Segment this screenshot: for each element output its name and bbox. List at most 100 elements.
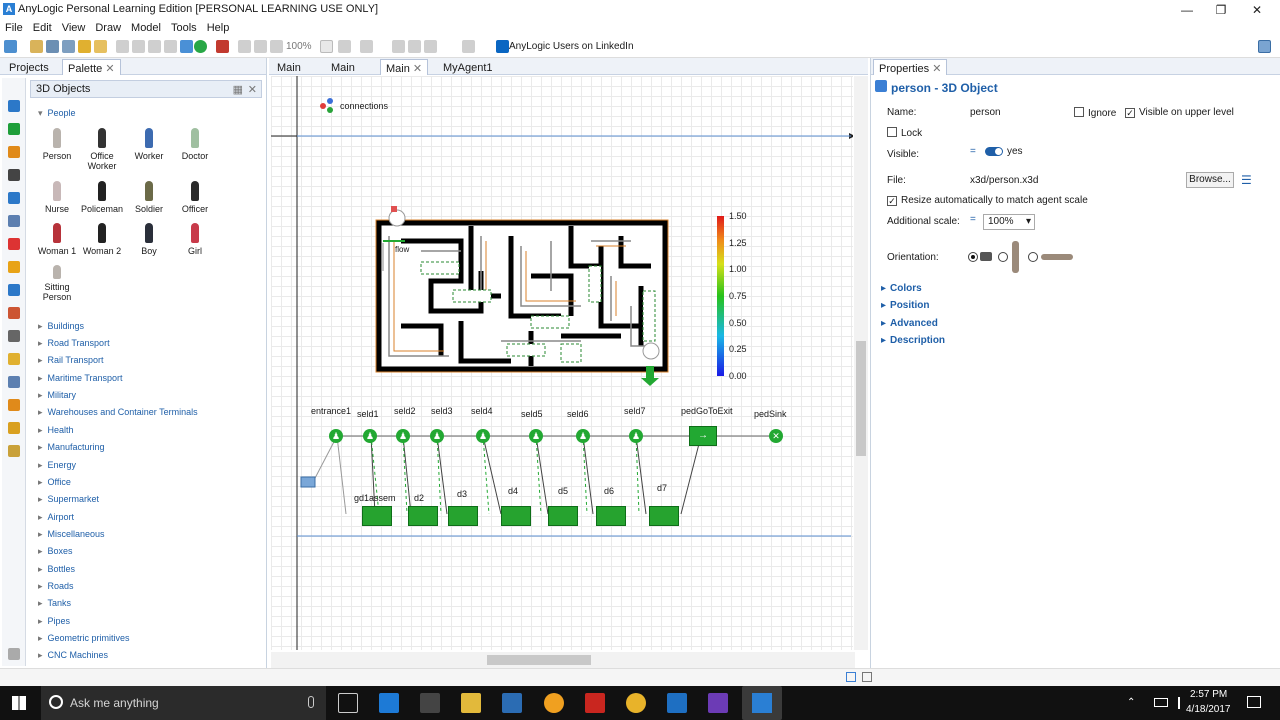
block-label-select[interactable]: seld7 bbox=[624, 406, 646, 416]
material-icon[interactable] bbox=[8, 399, 20, 411]
zoom-icon[interactable] bbox=[270, 40, 283, 53]
media-icon[interactable] bbox=[544, 693, 564, 713]
flow-label[interactable]: flow bbox=[395, 245, 409, 254]
block-label-goto[interactable]: pedGoToExit bbox=[681, 406, 733, 416]
category-miscellaneous[interactable]: ▸ Miscellaneous bbox=[38, 529, 105, 540]
category-supermarket[interactable]: ▸ Supermarket bbox=[38, 494, 99, 505]
tab-main-1[interactable]: Main bbox=[271, 59, 307, 75]
build-icon[interactable] bbox=[78, 40, 91, 53]
block-label-select[interactable]: seld3 bbox=[431, 406, 453, 416]
category-rail-transport[interactable]: ▸ Rail Transport bbox=[38, 355, 104, 366]
resize-checkbox[interactable]: ✓ Resize automatically to match agent sca… bbox=[887, 195, 1088, 206]
library-icon[interactable] bbox=[8, 422, 20, 434]
select-output-icon[interactable]: ♟ bbox=[529, 429, 543, 443]
store-icon[interactable] bbox=[420, 693, 440, 713]
tab-main-2[interactable]: Main bbox=[325, 59, 361, 75]
maze-layout[interactable] bbox=[375, 206, 669, 386]
select-output-icon[interactable]: ♟ bbox=[363, 429, 377, 443]
name-field[interactable]: person bbox=[970, 107, 1001, 118]
outlook-icon[interactable] bbox=[667, 693, 687, 713]
mic-icon[interactable] bbox=[308, 696, 314, 708]
block-label-select[interactable]: seld5 bbox=[521, 409, 543, 419]
status-icon[interactable] bbox=[846, 672, 856, 682]
category-cnc-machines[interactable]: ▸ CNC Machines bbox=[38, 650, 108, 661]
3d-icon[interactable] bbox=[8, 376, 20, 388]
palette-person[interactable]: Person bbox=[35, 128, 79, 161]
zoom-out-icon[interactable] bbox=[338, 40, 351, 53]
horizontal-scrollbar[interactable] bbox=[271, 652, 855, 668]
zoom-level[interactable]: 100% bbox=[286, 41, 312, 52]
palette-officer[interactable]: Officer bbox=[173, 181, 217, 214]
anylogic-taskbar-item[interactable] bbox=[742, 686, 782, 720]
category-office[interactable]: ▸ Office bbox=[38, 477, 71, 488]
palette-girl[interactable]: Girl bbox=[173, 223, 217, 256]
block-label-sink[interactable]: pedSink bbox=[754, 409, 787, 419]
select-output-icon[interactable]: ♟ bbox=[430, 429, 444, 443]
save-icon[interactable] bbox=[46, 40, 59, 53]
palette-soldier[interactable]: Soldier bbox=[127, 181, 171, 214]
tab-myagent1[interactable]: MyAgent1 bbox=[437, 59, 499, 75]
menu-model[interactable]: Model bbox=[126, 20, 166, 34]
connectivity-icon[interactable] bbox=[8, 330, 20, 342]
save-all-icon[interactable] bbox=[62, 40, 75, 53]
palette-doctor[interactable]: Doctor bbox=[173, 128, 217, 161]
vertical-scroll-thumb[interactable] bbox=[856, 341, 866, 456]
file-field[interactable]: x3d/person.x3d bbox=[970, 175, 1038, 186]
canvas-grid[interactable]: connections flow 1.50 1.25 1.00 0.75 0.5… bbox=[271, 76, 853, 650]
palette-office-worker[interactable]: Office Worker bbox=[80, 128, 124, 171]
visual-studio-icon[interactable] bbox=[708, 693, 728, 713]
network-icon[interactable] bbox=[1154, 698, 1168, 707]
palette-boy[interactable]: Boy bbox=[127, 223, 171, 256]
ignore-checkbox[interactable]: Ignore bbox=[1074, 107, 1116, 119]
linkedin-icon[interactable] bbox=[496, 40, 509, 53]
delete-icon[interactable] bbox=[164, 40, 177, 53]
section-colors[interactable]: ▸ Colors bbox=[881, 283, 922, 294]
section-advanced[interactable]: ▸ Advanced bbox=[881, 318, 938, 329]
tray-chevron-icon[interactable]: ⌃ bbox=[1127, 697, 1135, 708]
connect-icon[interactable] bbox=[238, 40, 251, 53]
tab-properties[interactable]: Properties ✕ bbox=[873, 59, 948, 75]
orientation-radio-2[interactable] bbox=[998, 252, 1008, 262]
category-health[interactable]: ▸ Health bbox=[38, 425, 74, 436]
zoom-dropdown-icon[interactable] bbox=[320, 40, 333, 53]
close-icon[interactable]: ✕ bbox=[1240, 0, 1274, 20]
run-icon[interactable] bbox=[194, 40, 207, 53]
category-road-transport[interactable]: ▸ Road Transport bbox=[38, 338, 110, 349]
scale-dropdown[interactable]: 100% ▾ bbox=[983, 214, 1035, 230]
block-label-select[interactable]: seld6 bbox=[567, 409, 589, 419]
menu-draw[interactable]: Draw bbox=[90, 20, 126, 34]
palette-policeman[interactable]: Policeman bbox=[80, 181, 124, 214]
copy-icon[interactable] bbox=[132, 40, 145, 53]
category-buildings[interactable]: ▸ Buildings bbox=[38, 321, 84, 332]
entrance-block-icon[interactable]: ♟ bbox=[329, 429, 343, 443]
new-icon[interactable] bbox=[4, 40, 17, 53]
category-tanks[interactable]: ▸ Tanks bbox=[38, 598, 71, 609]
tab-projects[interactable]: Projects bbox=[3, 59, 55, 75]
palette-woman-1[interactable]: Woman 1 bbox=[35, 223, 79, 256]
visible-upper-checkbox[interactable]: ✓ Visible on upper level bbox=[1125, 107, 1234, 118]
tab-palette[interactable]: Palette ✕ bbox=[62, 59, 121, 75]
goto-exit-icon[interactable]: → bbox=[689, 426, 717, 446]
linkedin-link[interactable]: AnyLogic Users on LinkedIn bbox=[509, 41, 634, 52]
paste-icon[interactable] bbox=[148, 40, 161, 53]
task-view-icon[interactable] bbox=[338, 693, 358, 713]
select-output-icon[interactable]: ♟ bbox=[629, 429, 643, 443]
taskbar-search[interactable]: Ask me anything bbox=[41, 686, 326, 720]
static-value-icon[interactable]: = bbox=[970, 146, 976, 157]
align-icon[interactable] bbox=[424, 40, 437, 53]
notifications-icon[interactable] bbox=[1247, 696, 1261, 708]
status-icon[interactable] bbox=[862, 672, 872, 682]
menu-icon[interactable]: ☰ bbox=[1241, 173, 1252, 187]
menu-tools[interactable]: Tools bbox=[166, 20, 202, 34]
road-icon[interactable] bbox=[8, 169, 20, 181]
block-label-delay[interactable]: gd1assem bbox=[354, 493, 396, 503]
vertical-scrollbar[interactable] bbox=[854, 76, 868, 650]
process-icon[interactable] bbox=[8, 215, 20, 227]
chrome-icon[interactable] bbox=[626, 693, 646, 713]
cut-icon[interactable] bbox=[116, 40, 129, 53]
computer-icon[interactable] bbox=[502, 693, 522, 713]
block-label-delay[interactable]: d4 bbox=[508, 486, 518, 496]
grid-icon[interactable] bbox=[392, 40, 405, 53]
delay-area[interactable] bbox=[362, 506, 392, 526]
select-icon[interactable] bbox=[360, 40, 373, 53]
